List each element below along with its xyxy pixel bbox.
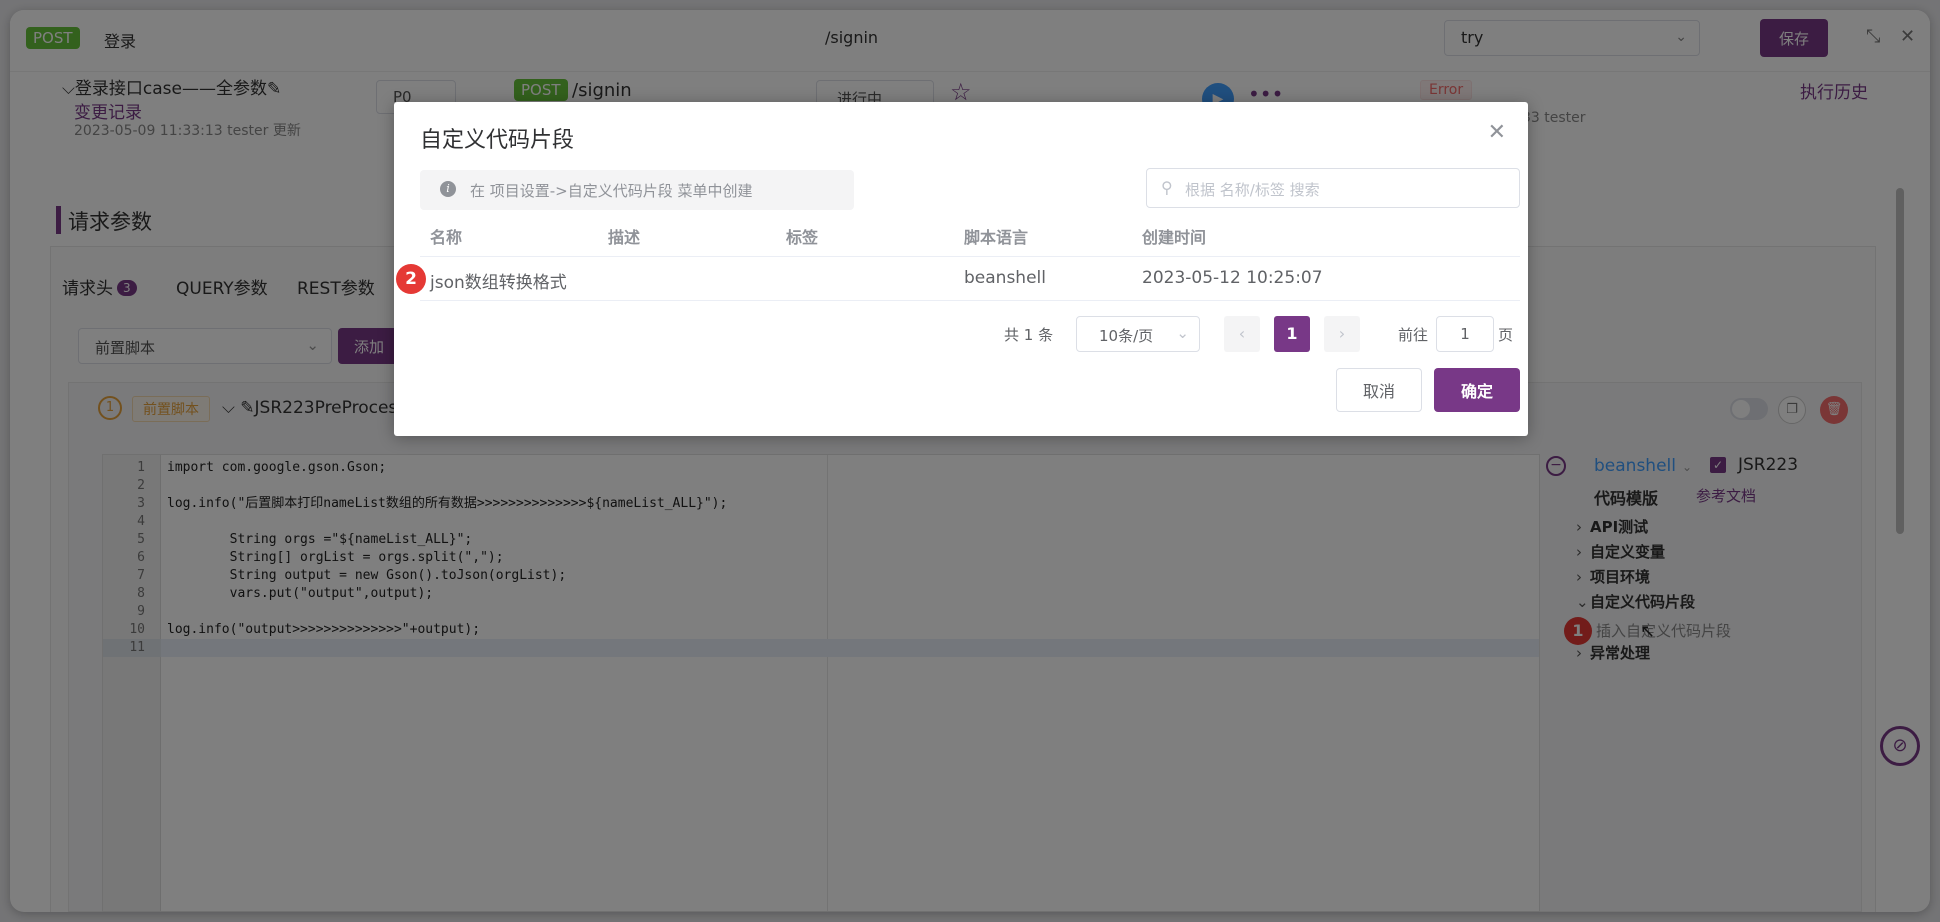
row-divider — [420, 300, 1520, 301]
info-text: 在 项目设置->自定义代码片段 菜单中创建 — [470, 182, 753, 200]
column-header-created: 创建时间 — [1142, 228, 1207, 247]
column-header-lang: 脚本语言 — [964, 228, 1029, 247]
goto-page-input[interactable]: 1 — [1436, 316, 1494, 352]
confirm-button[interactable]: 确定 — [1434, 368, 1520, 412]
next-page-button[interactable]: › — [1324, 316, 1360, 352]
column-header-tag: 标签 — [786, 228, 819, 247]
column-header-name: 名称 — [430, 228, 463, 247]
info-bar: i 在 项目设置->自定义代码片段 菜单中创建 — [420, 170, 854, 210]
row-created: 2023-05-12 10:25:07 — [1142, 268, 1323, 288]
header-divider — [420, 256, 1520, 257]
info-icon: i — [440, 181, 456, 197]
cancel-button[interactable]: 取消 — [1336, 368, 1422, 412]
goto-unit: 页 — [1498, 326, 1514, 344]
search-placeholder: 根据 名称/标签 搜索 — [1185, 181, 1320, 199]
page-size-select[interactable]: 10条/页 ⌄ — [1076, 316, 1200, 352]
search-input[interactable]: ⚲ 根据 名称/标签 搜索 — [1146, 168, 1520, 208]
row-name[interactable]: json数组转换格式 — [430, 268, 567, 293]
search-icon: ⚲ — [1161, 178, 1173, 197]
close-icon[interactable]: ✕ — [1488, 120, 1506, 145]
step-marker-2: 2 — [396, 264, 426, 294]
goto-label: 前往 — [1398, 326, 1429, 344]
snippet-dialog: 自定义代码片段 ✕ i 在 项目设置->自定义代码片段 菜单中创建 ⚲ 根据 名… — [394, 102, 1528, 436]
dialog-title: 自定义代码片段 — [420, 128, 575, 153]
prev-page-button[interactable]: ‹ — [1224, 316, 1260, 352]
pagination-total: 共 1 条 — [1004, 326, 1054, 344]
row-lang: beanshell — [964, 268, 1046, 288]
page-number-button[interactable]: 1 — [1274, 316, 1310, 352]
chevron-down-icon: ⌄ — [1176, 324, 1189, 342]
column-header-desc: 描述 — [608, 228, 641, 247]
page-size-value: 10条/页 — [1099, 327, 1154, 345]
